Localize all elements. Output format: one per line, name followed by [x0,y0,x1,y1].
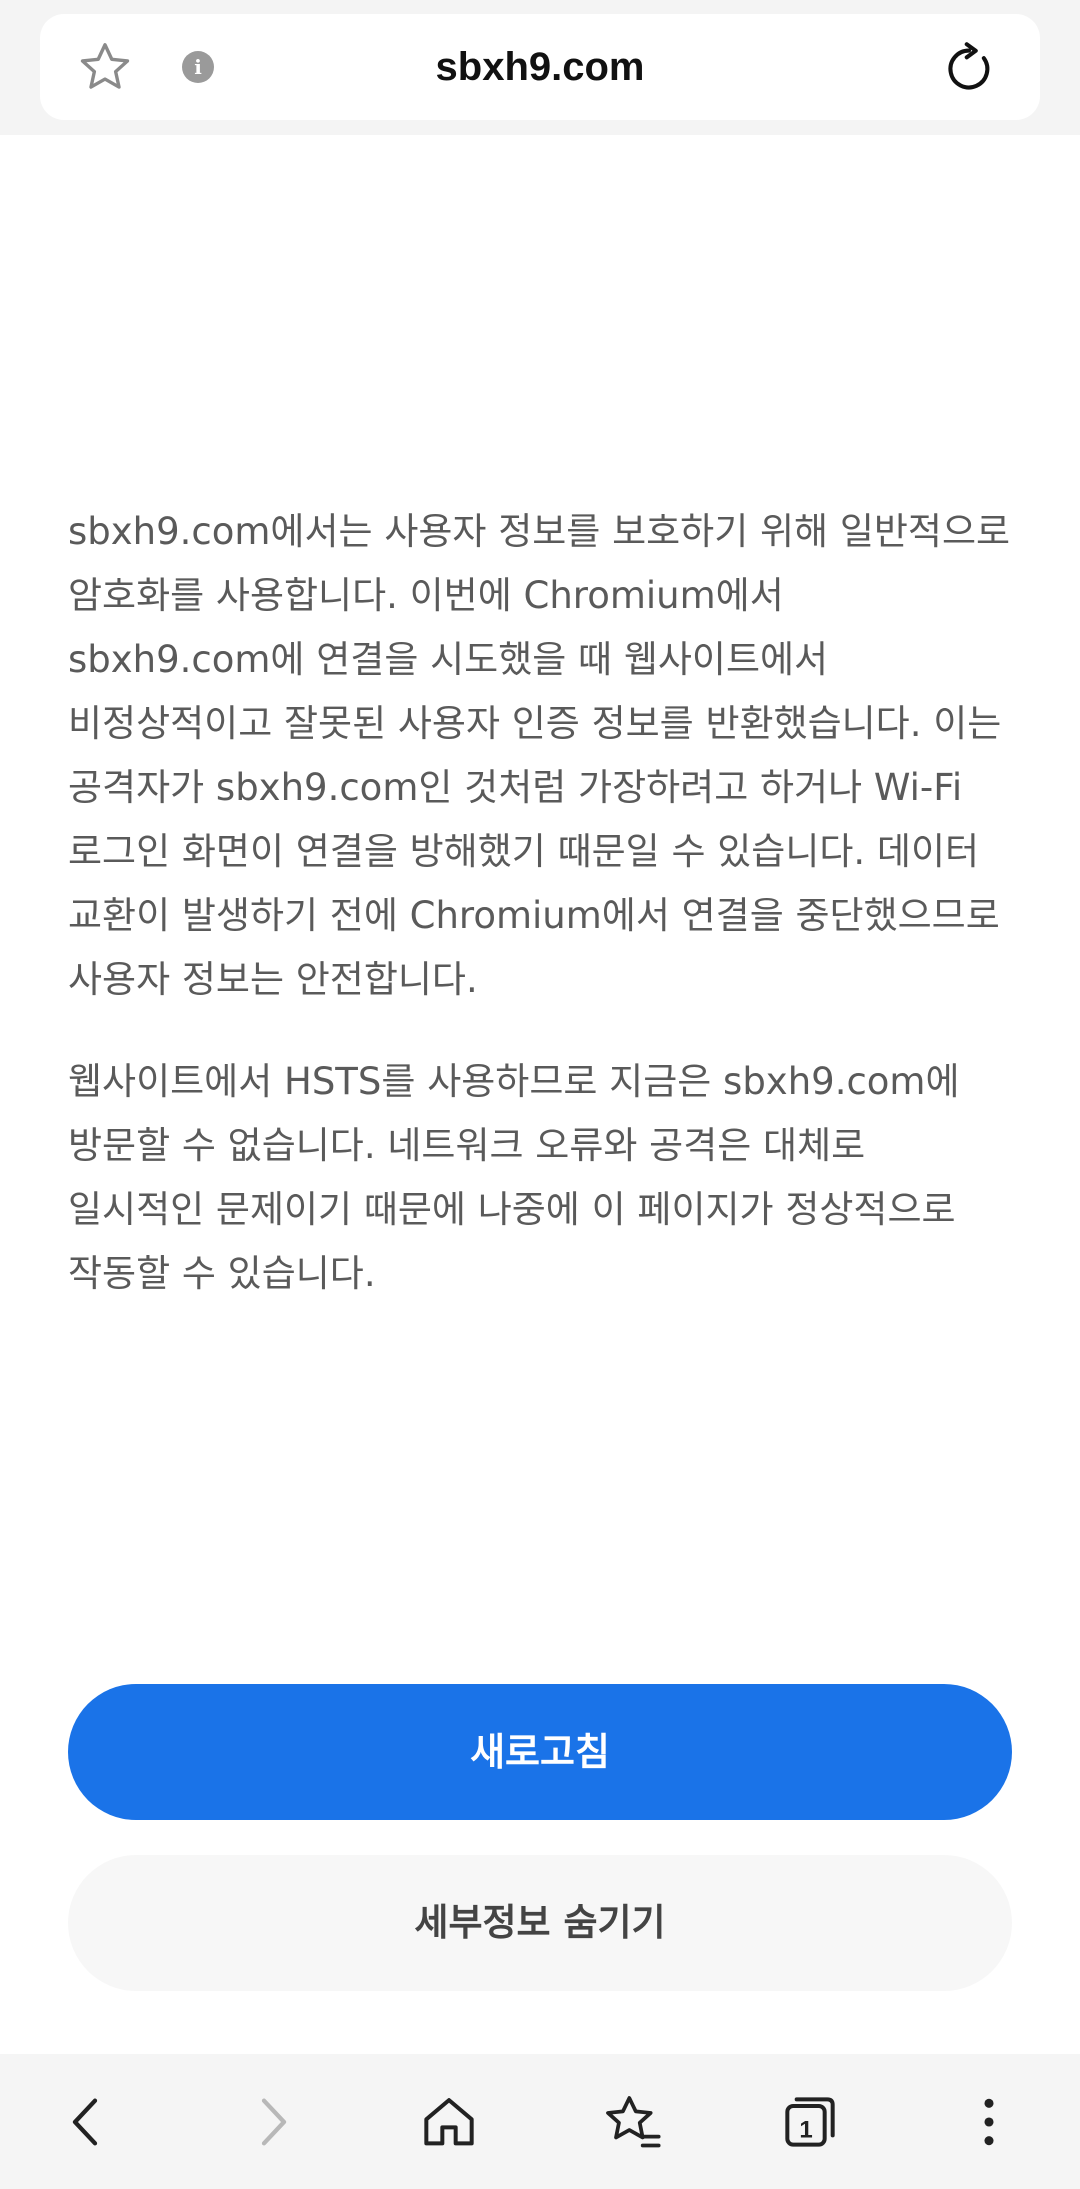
back-icon [72,2098,98,2146]
bookmarks-icon [606,2096,661,2148]
tabs-icon: 1 [785,2097,835,2147]
hide-details-button[interactable]: 세부정보 숨기기 [68,1855,1012,1991]
bottom-nav: 1 [0,2054,1080,2189]
more-button[interactable] [949,2082,1029,2162]
address-bar[interactable]: i sbxh9.com [40,14,1040,120]
back-button[interactable] [47,2082,127,2162]
reload-button[interactable]: 새로고침 [68,1684,1012,1820]
forward-icon [261,2098,287,2146]
top-bar: i sbxh9.com [0,0,1080,135]
bookmarks-button[interactable] [592,2082,672,2162]
tabs-button[interactable]: 1 [770,2082,850,2162]
forward-button[interactable] [232,2082,312,2162]
reload-icon[interactable] [942,42,996,96]
star-outline-icon[interactable] [76,38,134,96]
error-description: sbxh9.com에서는 사용자 정보를 보호하기 위해 일반적으로 암호화를 … [68,510,1011,1001]
info-icon[interactable]: i [182,51,214,83]
home-button[interactable] [409,2082,489,2162]
url-text[interactable]: sbxh9.com [240,14,840,120]
error-content: sbxh9.com에서는 사용자 정보를 보호하기 위해 일반적으로 암호화를 … [68,500,1012,1344]
tab-count: 1 [799,2116,812,2143]
home-icon [424,2098,474,2146]
hsts-description: 웹사이트에서 HSTS를 사용하므로 지금은 sbxh9.com에 방문할 수 … [68,1060,960,1295]
more-icon [984,2098,994,2146]
